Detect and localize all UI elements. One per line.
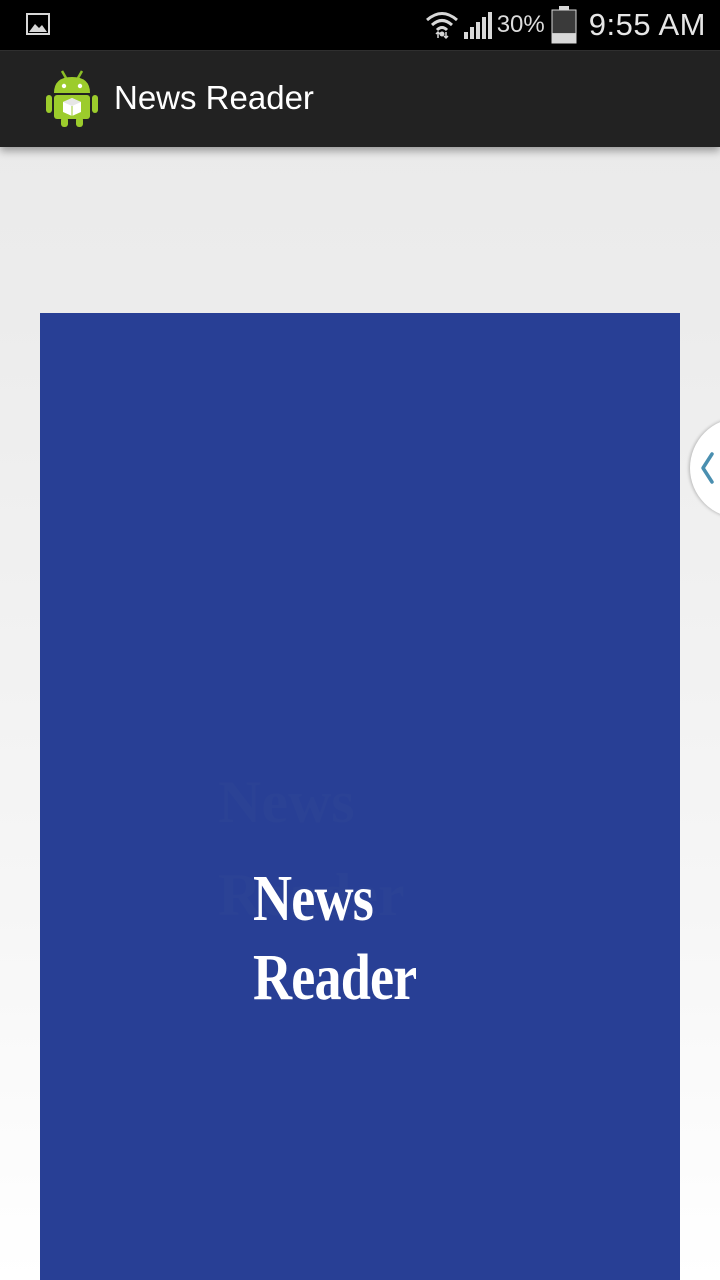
image-notification-icon: [26, 13, 50, 35]
logo-line-2: Reader: [253, 941, 417, 1014]
wifi-icon: [425, 12, 458, 40]
chevron-left-icon: [701, 452, 714, 484]
battery-icon: [551, 6, 577, 44]
cell-signal-icon: [463, 12, 492, 39]
logo-ghost-line-1: News: [218, 769, 355, 835]
splash-image: News Reader News Reader: [40, 313, 680, 1280]
logo-line-1: News: [253, 862, 374, 935]
side-drawer-handle[interactable]: [690, 418, 720, 518]
app-title: News Reader: [114, 79, 314, 116]
android-robot-icon[interactable]: [44, 69, 100, 129]
action-bar: News Reader: [0, 50, 720, 147]
battery-percent: 30%: [496, 11, 545, 38]
status-clock: 9:55 AM: [588, 7, 706, 42]
status-bar: 30% 9:55 AM: [0, 0, 720, 50]
status-indicators: 30% 9:55 AM: [425, 0, 706, 50]
